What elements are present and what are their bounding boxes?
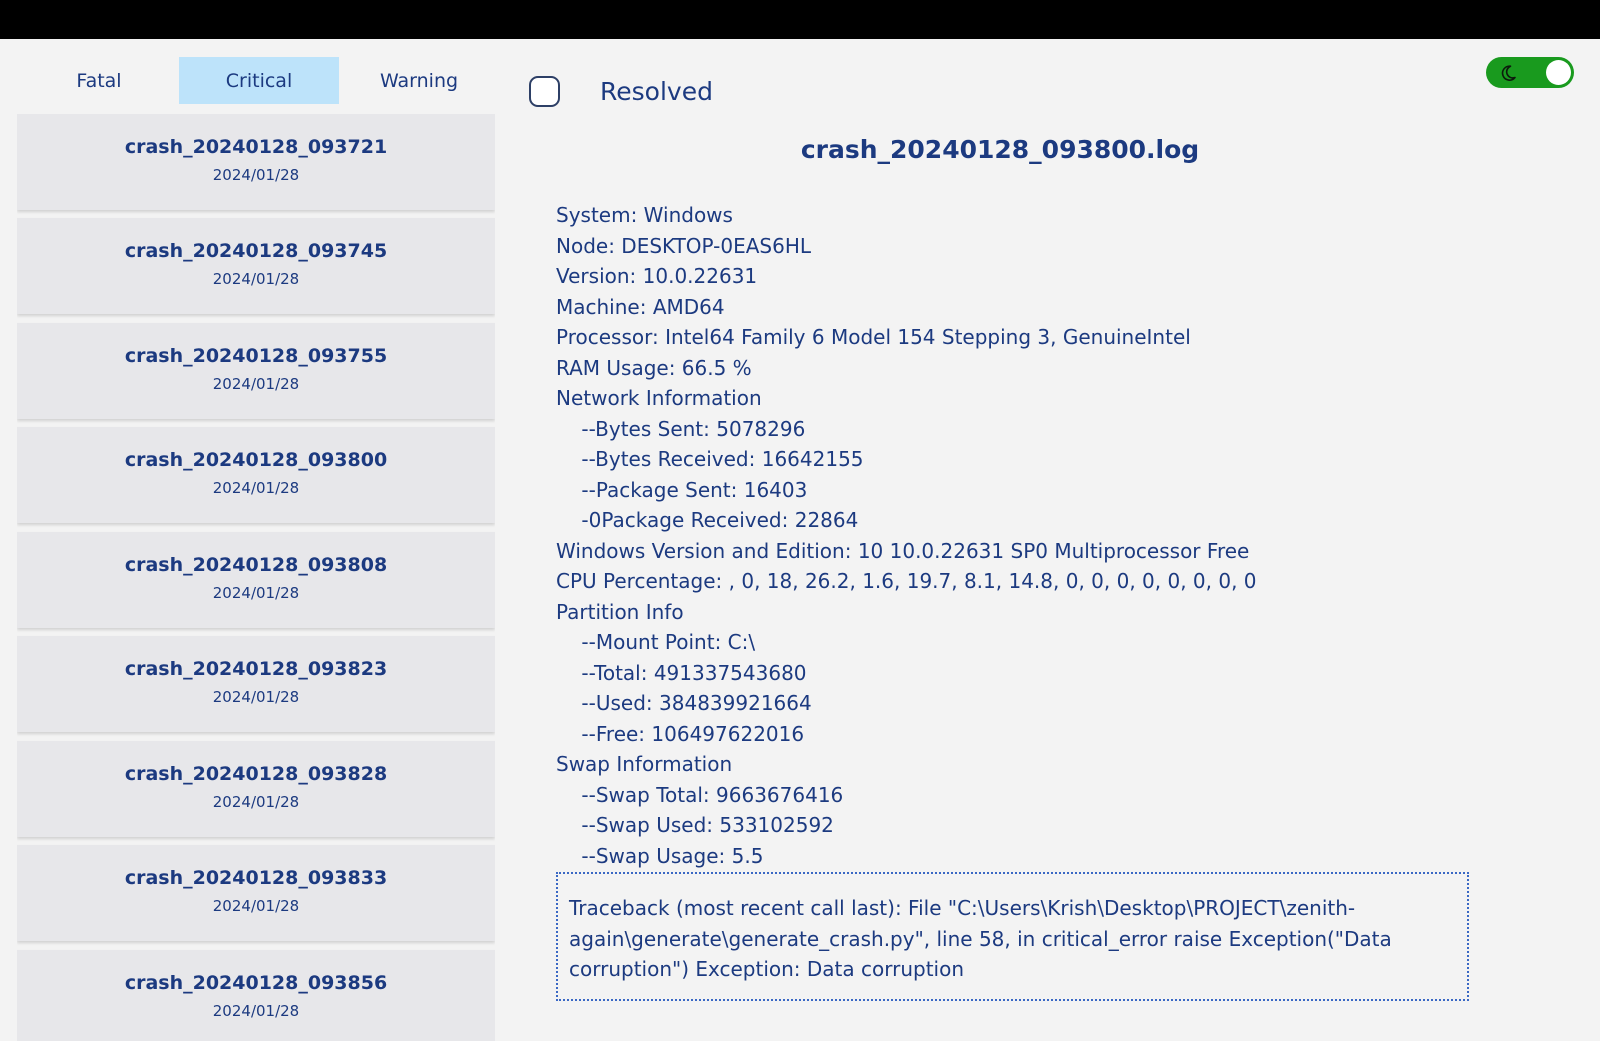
resolved-label: Resolved [600,76,713,106]
tab-warning[interactable]: Warning [339,57,499,104]
crash-date: 2024/01/28 [212,897,300,915]
log-line: Version: 10.0.22631 [556,264,758,288]
moon-icon [1501,65,1516,81]
crash-name: crash_20240128_093823 [124,658,388,680]
log-line: Windows Version and Edition: 10 10.0.226… [556,538,1250,563]
log-line: Swap Information [556,752,733,776]
crash-date: 2024/01/28 [212,375,300,393]
crash-date: 2024/01/28 [212,688,300,706]
log-line: --Total: 491337543680 [556,660,807,685]
log-line: Machine: AMD64 [556,294,725,319]
tab-fatal[interactable]: Fatal [19,57,179,104]
log-line: System: Windows [556,203,733,227]
crash-name: crash_20240128_093856 [124,972,388,994]
crash-name: crash_20240128_093745 [124,240,388,262]
traceback-box: Traceback (most recent call last): File … [556,872,1469,1001]
toggle-knob [1546,60,1571,85]
log-details: System: Windows Node: DESKTOP-0EAS6HL Vers… [556,200,1496,871]
crash-name: crash_20240128_093800 [124,449,388,471]
crash-name: crash_20240128_093828 [124,763,388,785]
log-line: --Swap Total: 9663676416 [556,782,844,807]
list-item[interactable]: crash_20240128_093721 2024/01/28 [17,114,495,210]
severity-tabs: Fatal Critical Warning [19,57,499,104]
resolved-checkbox[interactable] [529,75,560,107]
crash-name: crash_20240128_093808 [124,554,388,576]
list-item[interactable]: crash_20240128_093823 2024/01/28 [17,636,495,732]
log-line: --Bytes Received: 16642155 [556,447,864,471]
log-line: --Free: 106497622016 [556,721,805,746]
log-line: --Mount Point: C:\ [556,630,756,654]
log-line: --Package Sent: 16403 [556,477,808,502]
list-item[interactable]: crash_20240128_093800 2024/01/28 [17,427,495,523]
log-line: Partition Info [556,599,684,624]
log-line: --Swap Used: 533102592 [556,813,834,837]
list-item[interactable]: crash_20240128_093808 2024/01/28 [17,532,495,628]
crash-list: crash_20240128_093721 2024/01/28 crash_2… [17,114,495,1041]
log-line: --Used: 384839921664 [556,691,812,715]
crash-date: 2024/01/28 [212,793,300,811]
crash-date: 2024/01/28 [212,166,300,184]
crash-date: 2024/01/28 [212,479,300,497]
top-bar [0,0,1600,39]
log-line: Node: DESKTOP-0EAS6HL [556,233,812,258]
tab-critical[interactable]: Critical [179,57,339,104]
log-line: --Bytes Sent: 5078296 [556,416,806,441]
log-line: Network Information [556,386,762,410]
resolved-control: Resolved [529,73,713,109]
list-item[interactable]: crash_20240128_093745 2024/01/28 [17,218,495,314]
log-title: crash_20240128_093800.log [800,135,1200,164]
list-item[interactable]: crash_20240128_093856 2024/01/28 [17,950,495,1041]
log-line: --Swap Usage: 5.5 [556,843,764,868]
theme-toggle[interactable] [1486,57,1574,88]
crash-name: crash_20240128_093833 [124,867,388,889]
list-item[interactable]: crash_20240128_093833 2024/01/28 [17,845,495,941]
list-item[interactable]: crash_20240128_093828 2024/01/28 [17,741,495,837]
log-line: Processor: Intel64 Family 6 Model 154 St… [556,325,1191,349]
crash-name: crash_20240128_093755 [124,345,388,367]
log-line: -0Package Received: 22864 [556,508,859,532]
log-line: CPU Percentage: , 0, 18, 26.2, 1.6, 19.7… [556,569,1257,593]
log-line: RAM Usage: 66.5 % [556,355,752,380]
list-item[interactable]: crash_20240128_093755 2024/01/28 [17,323,495,419]
crash-name: crash_20240128_093721 [124,136,388,158]
crash-date: 2024/01/28 [212,1002,300,1020]
crash-date: 2024/01/28 [212,584,300,602]
crash-date: 2024/01/28 [212,270,300,288]
